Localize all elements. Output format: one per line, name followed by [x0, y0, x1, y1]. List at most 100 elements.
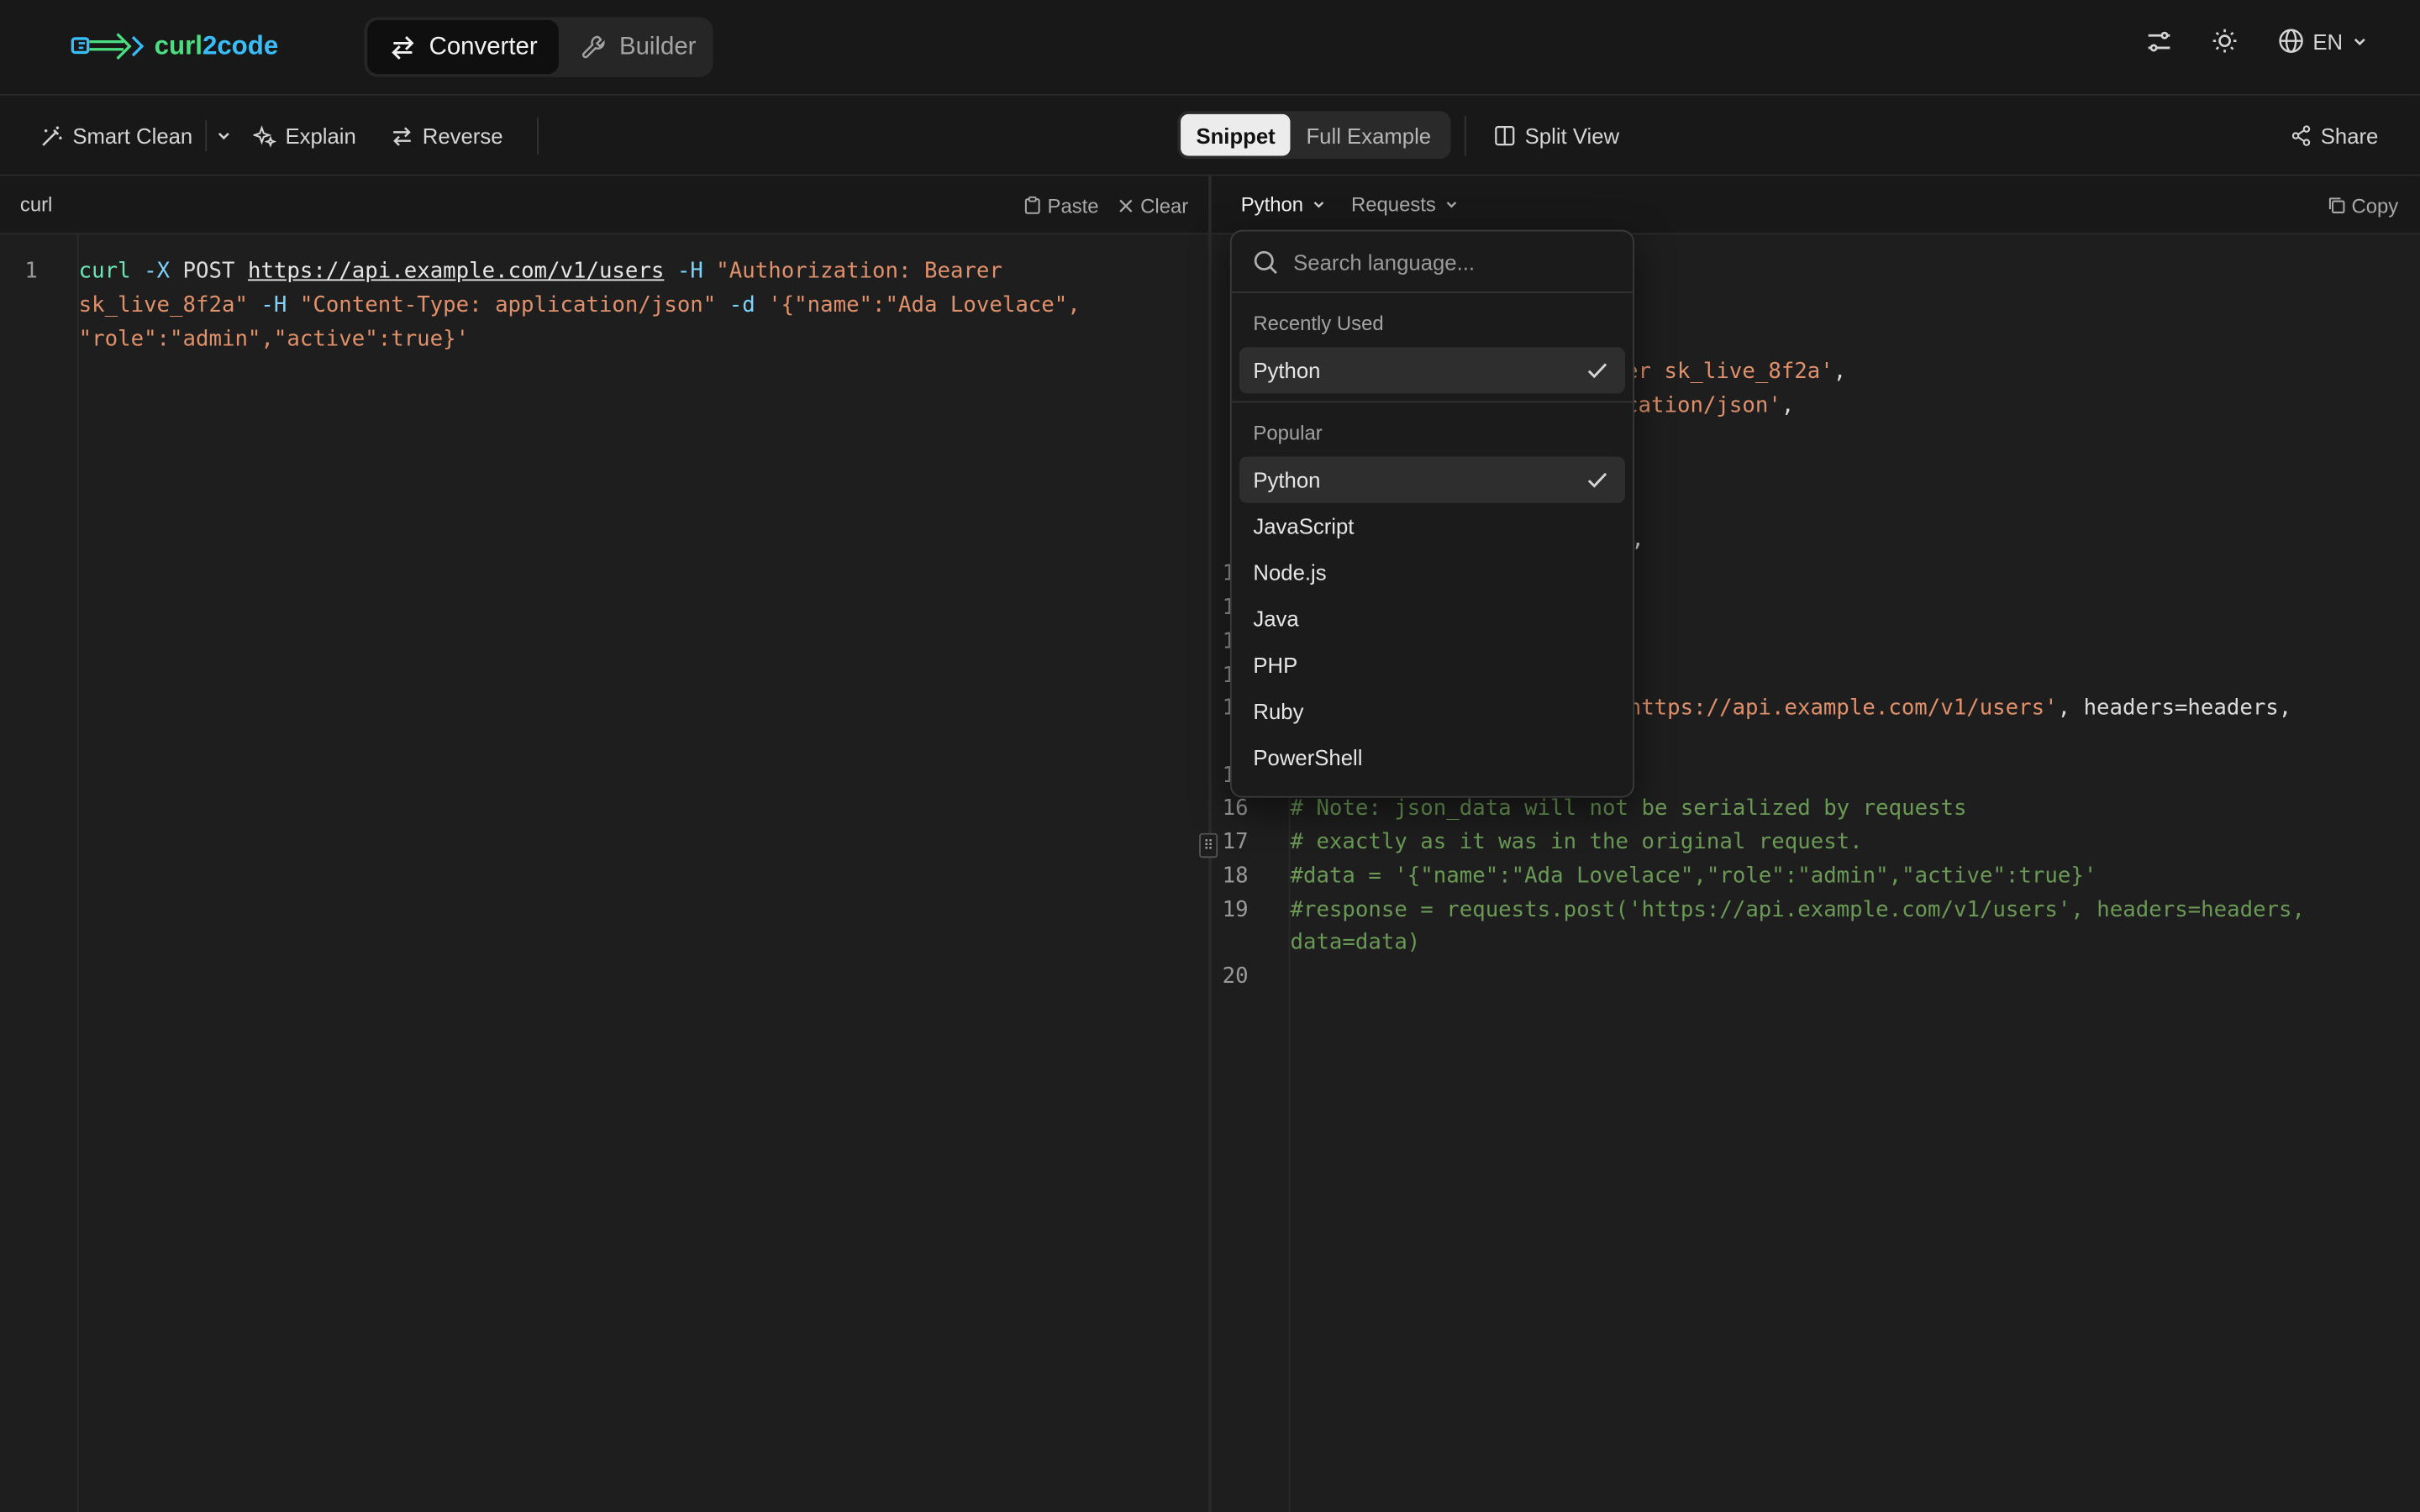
- language-option-nodejs[interactable]: Node.js: [1239, 549, 1625, 596]
- clear-button[interactable]: Clear: [1118, 193, 1189, 218]
- option-label: PowerShell: [1253, 745, 1363, 770]
- language-option-powershell[interactable]: PowerShell: [1239, 734, 1625, 780]
- copy-icon: [2328, 197, 2344, 213]
- option-label: Java: [1253, 606, 1299, 632]
- copy-button[interactable]: Copy: [2327, 193, 2399, 218]
- input-gutter-border: [76, 234, 79, 1512]
- code-token: -d: [716, 292, 769, 318]
- arrows-logo-icon: [71, 33, 145, 60]
- tab-converter-label: Converter: [429, 33, 538, 60]
- smart-clean-options-chevron-icon[interactable]: [216, 128, 231, 143]
- splitter-drag-handle[interactable]: ⠿: [1199, 832, 1218, 858]
- language-select[interactable]: Python: [1240, 192, 1327, 217]
- chevron-down-icon: [1314, 202, 1325, 208]
- paste-label: Paste: [1047, 193, 1099, 218]
- output-panel-header: Python Requests Copy: [1211, 176, 2420, 235]
- selected-language: Python: [1240, 192, 1304, 217]
- output-line-number: 16: [1222, 795, 1249, 822]
- snippet-toggle[interactable]: Snippet: [1181, 113, 1292, 156]
- checkmark-icon: [1587, 472, 1607, 488]
- library-select[interactable]: Requests: [1351, 192, 1459, 217]
- code-token: "Content-Type: application/json": [299, 292, 717, 318]
- group-label-recent: Recently Used: [1253, 312, 1384, 335]
- code-line: er sk_live_8f2a',: [1625, 356, 1846, 390]
- option-label: Python: [1253, 358, 1321, 383]
- output-line-number: 20: [1222, 963, 1249, 990]
- mode-switcher: Converter Builder: [364, 17, 713, 77]
- option-label: Ruby: [1253, 699, 1304, 724]
- language-search-placeholder: Search language...: [1293, 249, 1476, 275]
- output-code-line: er sk_live_8f2a',: [1625, 356, 1846, 390]
- sparkles-icon: [252, 124, 276, 147]
- selected-library: Requests: [1351, 192, 1436, 217]
- output-line-number: 18: [1222, 864, 1249, 889]
- option-label: Node.js: [1253, 559, 1327, 585]
- language-search[interactable]: Search language...: [1231, 232, 1634, 293]
- language-option-php[interactable]: PHP: [1239, 642, 1625, 688]
- divider: [1465, 115, 1466, 156]
- divider: [536, 117, 539, 155]
- code-token: er sk_live_8f2a': [1625, 359, 1833, 385]
- language-dropdown: Search language... Recently Used Python …: [1229, 229, 1635, 798]
- magic-wand-icon: [42, 125, 62, 145]
- code-token: '{"name":"Ada Lovelace",: [768, 292, 1081, 318]
- paste-button[interactable]: Paste: [1023, 193, 1099, 218]
- curl-input-editor[interactable]: curl -X POST https://api.example.com/v1/…: [79, 256, 1081, 357]
- code-token: , headers=headers,: [2057, 696, 2292, 721]
- settings-sliders-icon[interactable]: [2146, 29, 2170, 53]
- app-logo[interactable]: curl2code: [71, 29, 278, 63]
- code-line: "role":"admin","active":true}': [79, 323, 1081, 357]
- code-token: sk_live_8f2a": [78, 292, 248, 318]
- code-line: sk_live_8f2a" -H "Content-Type: applicat…: [79, 290, 1081, 323]
- language-option-ruby[interactable]: Ruby: [1239, 688, 1625, 734]
- output-line-number: 19: [1222, 897, 1249, 923]
- close-icon: [1119, 198, 1133, 212]
- swap-arrows-icon: [392, 35, 414, 59]
- sun-theme-icon[interactable]: [2211, 28, 2237, 54]
- code-token: https://api.example.com/v1/users: [247, 259, 665, 284]
- split-view-label: Split View: [1524, 123, 1620, 149]
- language-option-python[interactable]: Python: [1239, 456, 1626, 503]
- chevron-down-icon: [2354, 38, 2365, 45]
- wrench-icon: [582, 35, 606, 59]
- logo-text-curl: curl: [154, 30, 203, 60]
- code-token: -X: [130, 259, 183, 284]
- share-label: Share: [2320, 123, 2379, 149]
- output-comment-line: #data = '{"name":"Ada Lovelace","role":"…: [1290, 864, 2097, 889]
- group-label-popular: Popular: [1253, 421, 1323, 444]
- language-option-python-recent[interactable]: Python: [1239, 347, 1626, 394]
- input-panel-title: curl: [19, 192, 53, 217]
- reverse-button[interactable]: Reverse: [390, 123, 503, 148]
- full-example-toggle[interactable]: Full Example: [1291, 114, 1446, 156]
- code-line: https://api.example.com/v1/users', heade…: [1628, 693, 2292, 727]
- code-line: cation/json',: [1625, 391, 1794, 424]
- clear-label: Clear: [1140, 193, 1189, 218]
- chevron-down-icon: [1447, 202, 1457, 208]
- code-token: ,: [1781, 393, 1795, 418]
- top-bar: curl2code Converter Builder EN: [0, 0, 2420, 96]
- checkmark-icon: [1587, 363, 1607, 379]
- tab-converter[interactable]: Converter: [367, 19, 560, 75]
- option-label: JavaScript: [1253, 513, 1355, 539]
- language-selector[interactable]: EN: [2277, 28, 2367, 54]
- share-icon: [2291, 125, 2310, 146]
- code-token: -H: [247, 292, 300, 318]
- smart-clean-button[interactable]: Smart Clean: [40, 123, 192, 148]
- output-comment-line: #response = requests.post('https://api.e…: [1290, 897, 2306, 923]
- output-code-line: cation/json',: [1625, 391, 1794, 424]
- language-option-java[interactable]: Java: [1239, 596, 1625, 642]
- output-comment-line: data=data): [1290, 930, 1421, 955]
- output-mode-switch: Snippet Full Example: [1177, 111, 1451, 160]
- language-option-javascript[interactable]: JavaScript: [1239, 503, 1625, 549]
- explain-button[interactable]: Explain: [252, 123, 356, 148]
- code-token: "role":"admin","active":true}': [78, 326, 470, 352]
- copy-label: Copy: [2351, 193, 2399, 218]
- split-view-button[interactable]: Split View: [1494, 123, 1619, 148]
- code-token: https://api.example.com/v1/users': [1628, 696, 2058, 721]
- search-icon: [1254, 250, 1277, 274]
- globe-icon: [2278, 29, 2302, 53]
- tab-builder[interactable]: Builder: [559, 20, 718, 74]
- share-button[interactable]: Share: [2290, 123, 2378, 148]
- output-code-line: https://api.example.com/v1/users', heade…: [1628, 693, 2292, 727]
- clipboard-icon: [1024, 196, 1040, 214]
